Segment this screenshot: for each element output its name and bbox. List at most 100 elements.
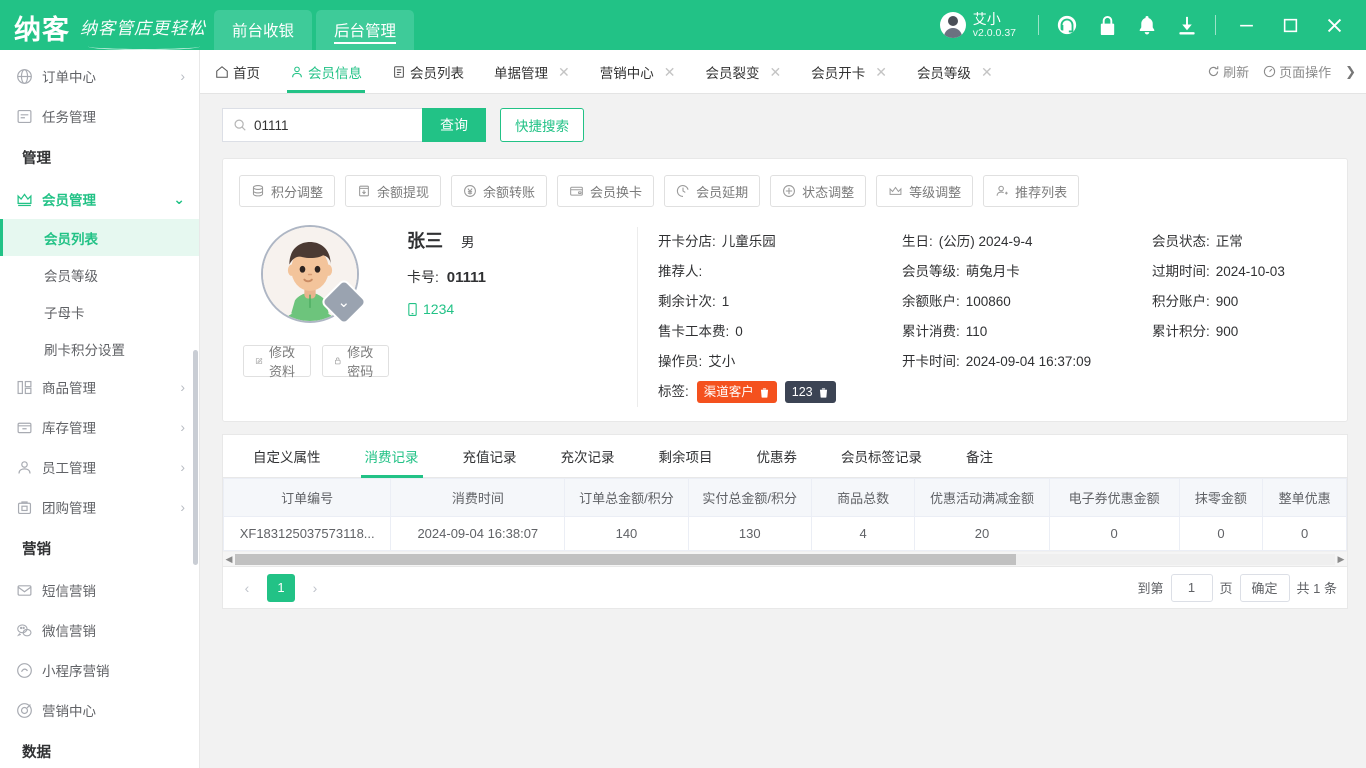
refresh-button[interactable]: 刷新 <box>1207 62 1249 81</box>
search-box: 01111 查询 <box>222 108 486 142</box>
tag-badge[interactable]: 123 <box>785 381 836 403</box>
balance-withdraw-button[interactable]: 余额提现 <box>345 175 441 207</box>
tab-member-level[interactable]: 会员等级 ✕ <box>902 50 1008 93</box>
close-icon[interactable] <box>1312 0 1356 50</box>
page-number-1[interactable]: 1 <box>267 574 295 602</box>
balance-transfer-button[interactable]: 余额转账 <box>451 175 547 207</box>
close-icon[interactable]: ✕ <box>875 65 887 79</box>
lock-icon[interactable] <box>1087 0 1127 50</box>
member-card-swap-button[interactable]: 会员换卡 <box>557 175 654 207</box>
mode-tab-backend[interactable]: 后台管理 <box>316 10 414 50</box>
scroll-thumb[interactable] <box>235 554 1016 565</box>
level-adjust-button[interactable]: 等级调整 <box>876 175 973 207</box>
page-input[interactable]: 1 <box>1171 574 1213 602</box>
field-value: 0 <box>735 324 743 339</box>
crown-icon <box>888 184 903 198</box>
tab-member-card-open[interactable]: 会员开卡 ✕ <box>796 50 902 93</box>
table-horizontal-scrollbar[interactable]: ◀ ▶ <box>223 551 1347 566</box>
status-adjust-button[interactable]: 状态调整 <box>770 175 866 207</box>
member-avatar[interactable]: ⌄ <box>261 225 359 323</box>
record-tab-member-tag-records[interactable]: 会员标签记录 <box>819 435 944 477</box>
sidebar-scrollbar[interactable] <box>193 350 198 565</box>
close-icon[interactable]: ✕ <box>558 65 570 79</box>
record-tab-remaining-items[interactable]: 剩余项目 <box>637 435 735 477</box>
scroll-left-arrow[interactable]: ◀ <box>223 554 235 565</box>
cell-order-total: 140 <box>565 517 688 551</box>
column-header: 订单编号 <box>224 479 391 517</box>
minimize-icon[interactable] <box>1224 0 1268 50</box>
cell-consume-time: 2024-09-04 16:38:07 <box>391 517 565 551</box>
sidebar-item-goods-management[interactable]: 商品管理 › <box>0 367 199 407</box>
member-sex: 男 <box>461 235 475 250</box>
search-button[interactable]: 查询 <box>422 108 486 142</box>
sidebar-item-swipe-points-setting[interactable]: 刷卡积分设置 <box>0 330 199 367</box>
sidebar-item-staff-management[interactable]: 员工管理 › <box>0 447 199 487</box>
sidebar-item-sub-card[interactable]: 子母卡 <box>0 293 199 330</box>
edit-password-button[interactable]: 修改密码 <box>322 345 389 377</box>
goto-label: 到第 <box>1137 578 1163 597</box>
field-label: 生日: <box>902 234 933 249</box>
record-tab-consumption[interactable]: 消费记录 <box>343 435 441 477</box>
user-chip[interactable]: 艾小 v2.0.0.37 <box>936 11 1030 39</box>
scroll-track[interactable] <box>235 554 1335 565</box>
page-operations-button[interactable]: 页面操作 <box>1263 62 1331 81</box>
sidebar-item-member-level[interactable]: 会员等级 <box>0 256 199 293</box>
tab-home[interactable]: 首页 <box>200 50 275 93</box>
sidebar-item-task-management[interactable]: 任务管理 <box>0 96 199 136</box>
column-header: 实付总金额/积分 <box>688 479 811 517</box>
chevron-down-icon: ⌄ <box>173 192 185 206</box>
sidebar: 订单中心 › 任务管理 管理 会员管理 ⌄ 会员列表 会员等级 子母卡 刷卡积分… <box>0 50 200 768</box>
maximize-icon[interactable] <box>1268 0 1312 50</box>
download-icon[interactable] <box>1167 0 1207 50</box>
profile-left: ⌄ 修改资料 修改密码 <box>239 221 389 407</box>
sidebar-item-order-center[interactable]: 订单中心 › <box>0 56 199 96</box>
search-input[interactable]: 01111 <box>222 108 422 142</box>
chevron-right-icon: › <box>180 500 185 514</box>
close-icon[interactable]: ✕ <box>981 65 993 79</box>
cell-paid-total: 130 <box>688 517 811 551</box>
record-tab-recharge[interactable]: 充值记录 <box>441 435 539 477</box>
sidebar-item-wechat-marketing[interactable]: 微信营销 <box>0 610 199 650</box>
confirm-page-button[interactable]: 确定 <box>1240 574 1290 602</box>
record-tab-custom-attributes[interactable]: 自定义属性 <box>231 435 343 477</box>
member-extension-button[interactable]: 会员延期 <box>664 175 760 207</box>
headset-icon[interactable] <box>1047 0 1087 50</box>
prev-page-button[interactable]: ‹ <box>233 574 261 602</box>
tab-document-management[interactable]: 单据管理 ✕ <box>479 50 585 93</box>
sidebar-item-sms-marketing[interactable]: 短信营销 <box>0 570 199 610</box>
quick-search-button[interactable]: 快捷搜索 <box>500 108 584 142</box>
mode-tab-front-desk[interactable]: 前台收银 <box>214 10 312 50</box>
sidebar-item-miniprogram-marketing[interactable]: 小程序营销 <box>0 650 199 690</box>
tab-member-info[interactable]: 会员信息 <box>275 50 377 93</box>
sidebar-item-member-management[interactable]: 会员管理 ⌄ <box>0 179 199 219</box>
tab-member-fission[interactable]: 会员裂变 ✕ <box>690 50 796 93</box>
sidebar-item-member-list[interactable]: 会员列表 <box>0 219 199 256</box>
tab-member-list[interactable]: 会员列表 <box>377 50 479 93</box>
card-number: 01111 <box>447 269 486 286</box>
edit-profile-button[interactable]: 修改资料 <box>243 345 311 377</box>
points-adjust-button[interactable]: 积分调整 <box>239 175 335 207</box>
next-page-button[interactable]: › <box>301 574 329 602</box>
sidebar-item-inventory-management[interactable]: 库存管理 › <box>0 407 199 447</box>
field-member-status: 会员状态:正常 <box>1152 227 1366 257</box>
tab-marketing-center[interactable]: 营销中心 ✕ <box>585 50 691 93</box>
sidebar-item-group-buy-management[interactable]: 团购管理 › <box>0 487 199 527</box>
tag-badge[interactable]: 渠道客户 <box>697 381 777 403</box>
tab-bar-actions: 刷新 页面操作 ❯ <box>1207 50 1366 93</box>
field-tags: 标签: 渠道客户 123 <box>658 377 882 407</box>
cell-order-no: XF183125037573118... <box>224 517 391 551</box>
recommend-list-button[interactable]: 推荐列表 <box>983 175 1079 207</box>
bell-icon[interactable] <box>1127 0 1167 50</box>
close-icon[interactable]: ✕ <box>664 65 676 79</box>
page-operations-label: 页面操作 <box>1279 62 1331 81</box>
field-label: 开卡分店: <box>658 234 716 249</box>
close-icon[interactable]: ✕ <box>769 65 781 79</box>
scroll-right-arrow[interactable]: ▶ <box>1335 554 1347 565</box>
record-tab-times-recharge[interactable]: 充次记录 <box>539 435 637 477</box>
sidebar-item-marketing-center[interactable]: 营销中心 <box>0 690 199 730</box>
record-tab-remarks[interactable]: 备注 <box>944 435 1015 477</box>
chevron-right-icon[interactable]: ❯ <box>1345 64 1356 80</box>
record-tab-coupons[interactable]: 优惠券 <box>735 435 820 477</box>
records-table: 订单编号 消费时间 订单总金额/积分 实付总金额/积分 商品总数 优惠活动满减金… <box>222 478 1348 567</box>
table-row[interactable]: XF183125037573118... 2024-09-04 16:38:07… <box>224 517 1347 551</box>
